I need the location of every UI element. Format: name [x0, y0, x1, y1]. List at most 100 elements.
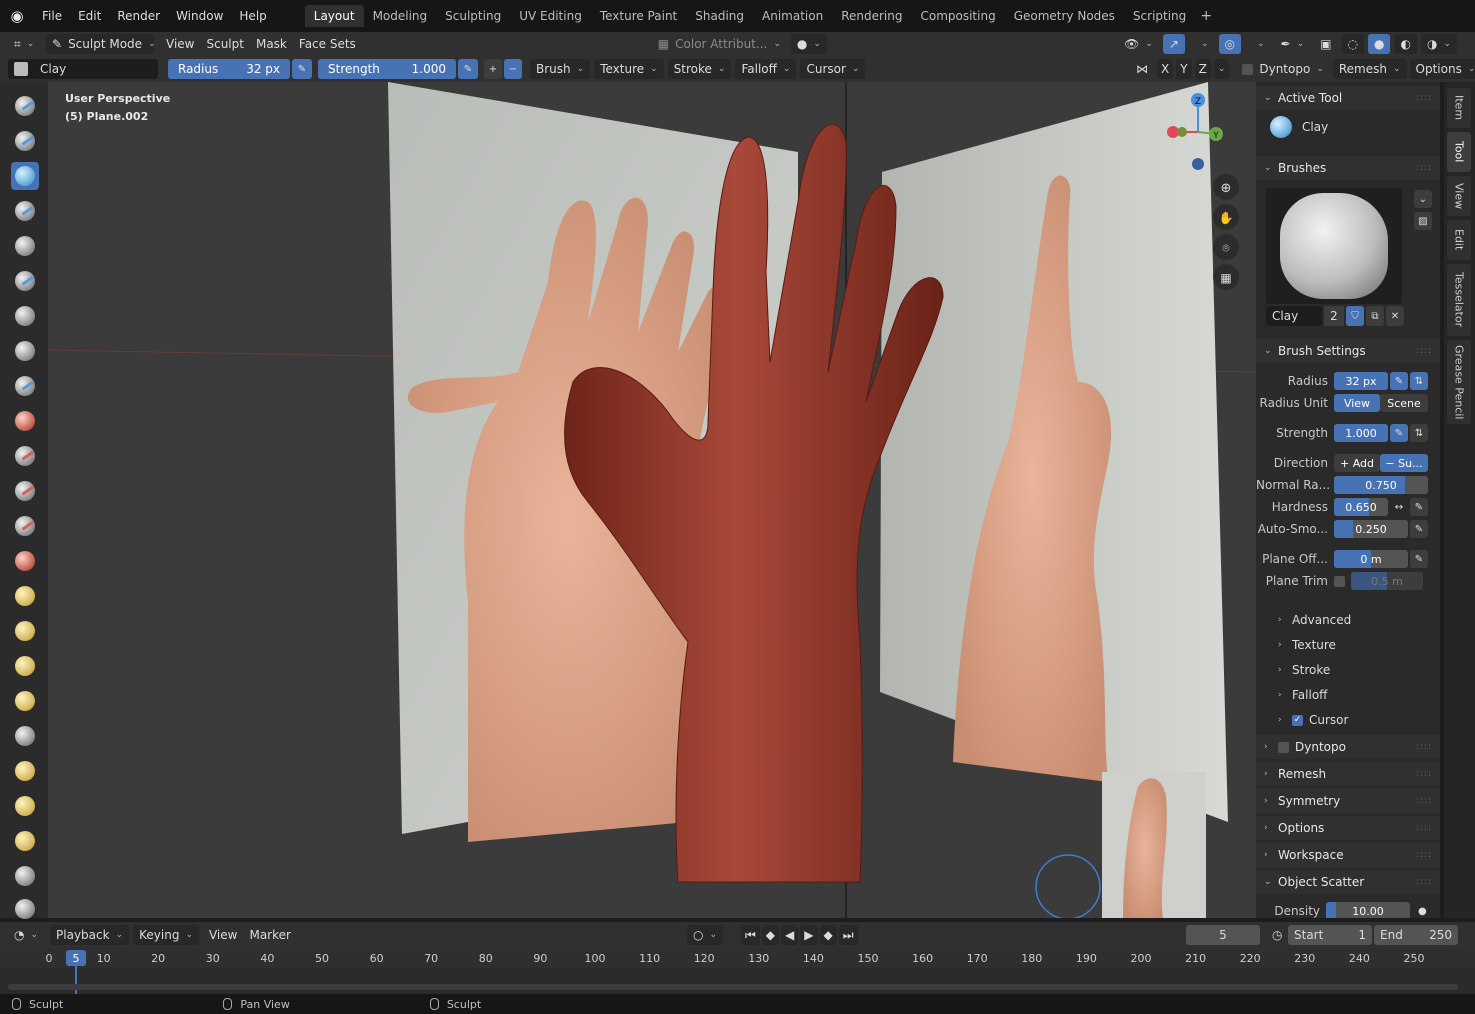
- brush-settings-panel-header[interactable]: ⌄ Brush Settings::::: [1256, 339, 1440, 363]
- timeline-body[interactable]: 0 10 20 30 40 50 60 70 80 90 100 110 120 130 140 150 160…: [0, 948, 1475, 994]
- direction-subtract-button[interactable]: − Su...: [1380, 454, 1428, 472]
- tab-compositing[interactable]: Compositing: [911, 5, 1004, 27]
- tab-uv-editing[interactable]: UV Editing: [510, 5, 591, 27]
- duplicate-brush-icon[interactable]: ⧉: [1366, 306, 1384, 326]
- playhead-frame-indicator[interactable]: 5: [66, 950, 86, 966]
- shading-material-icon[interactable]: ◐: [1394, 34, 1417, 54]
- options-dropdown[interactable]: Options ⌄: [1409, 59, 1475, 79]
- shading-rendered-icon[interactable]: ◑ ⌄: [1420, 34, 1457, 54]
- autosmooth-field[interactable]: 0.250: [1334, 520, 1408, 538]
- sidetab-tesselator[interactable]: Tesselator: [1447, 264, 1471, 336]
- auto-keying-toggle[interactable]: ○ ⌄: [686, 925, 723, 945]
- remesh-panel-header[interactable]: › Remesh::::: [1256, 762, 1440, 786]
- add-workspace-icon[interactable]: +: [1195, 5, 1217, 27]
- sidetab-view[interactable]: View: [1447, 176, 1471, 216]
- falloff-dropdown[interactable]: Falloff ⌄: [735, 59, 797, 79]
- playback-dropdown[interactable]: Playback ⌄: [50, 925, 130, 945]
- active-tool-row[interactable]: Clay: [1270, 112, 1328, 142]
- tool-pose[interactable]: [11, 757, 39, 785]
- frame-start-field[interactable]: Start 1: [1288, 925, 1372, 945]
- tool-inflate[interactable]: [11, 302, 39, 330]
- tab-layout[interactable]: Layout: [304, 5, 364, 27]
- keying-dropdown[interactable]: Keying ⌄: [133, 925, 199, 945]
- tool-draw[interactable]: [11, 92, 39, 120]
- sidetab-tool[interactable]: Tool: [1447, 132, 1471, 172]
- tab-animation[interactable]: Animation: [753, 5, 832, 27]
- shading-solid-icon[interactable]: ●: [1368, 34, 1391, 54]
- plane-offset-pressure-icon[interactable]: ✎: [1410, 550, 1428, 568]
- color-attribute-selector[interactable]: ▦ Color Attribut... ⌄: [652, 34, 787, 54]
- timeline-scrollbar[interactable]: [8, 984, 1458, 990]
- dyntopo-panel-header[interactable]: › Dyntopo::::: [1256, 735, 1440, 759]
- hardness-invert-icon[interactable]: ↔: [1390, 498, 1408, 516]
- active-tool-panel-header[interactable]: ⌄ Active Tool::::: [1256, 86, 1440, 110]
- tool-layer[interactable]: [11, 267, 39, 295]
- jump-end-icon[interactable]: ⏭: [838, 925, 858, 945]
- visibility-icon[interactable]: 👁 ⌄: [1118, 34, 1159, 54]
- direction-subtract-icon[interactable]: −: [504, 59, 522, 79]
- tab-texture-paint[interactable]: Texture Paint: [591, 5, 686, 27]
- overlay-dropdown-icon[interactable]: ⌄: [1245, 34, 1271, 54]
- brush-image-icon[interactable]: ▨: [1414, 212, 1432, 230]
- play-icon[interactable]: ▶: [800, 925, 818, 945]
- editor-type-icon[interactable]: ⌗ ⌄: [8, 34, 40, 54]
- direction-add-button[interactable]: + Add: [1334, 454, 1380, 472]
- hardness-pressure-icon[interactable]: ✎: [1410, 498, 1428, 516]
- strength-slider[interactable]: Strength 1.000: [318, 59, 456, 79]
- 3d-viewport[interactable]: Z Y ⊕ ✋ ⌾ ▦: [48, 82, 1256, 918]
- strength-field[interactable]: 1.000: [1334, 424, 1388, 442]
- tool-scrape[interactable]: [11, 512, 39, 540]
- gizmo-neg-z-axis[interactable]: [1192, 158, 1204, 170]
- menu-render[interactable]: Render: [109, 0, 168, 32]
- density-keyframe-dot-icon[interactable]: ●: [1418, 906, 1427, 917]
- radius-pressure-toggle-icon[interactable]: ✎: [1390, 372, 1408, 390]
- radius-pressure-icon[interactable]: ✎: [292, 59, 312, 79]
- strength-pressure-toggle-icon[interactable]: ✎: [1390, 424, 1408, 442]
- subpanel-stroke[interactable]: › Stroke: [1278, 660, 1330, 680]
- remesh-dropdown[interactable]: Remesh ⌄: [1332, 59, 1407, 79]
- dyntopo-toggle[interactable]: Dyntopo ⌄: [1236, 59, 1330, 79]
- timeline-editor-type-icon[interactable]: ◔ ⌄: [8, 925, 44, 945]
- brush-dropdown[interactable]: Brush ⌄: [530, 59, 591, 79]
- strength-unit-toggle-icon[interactable]: ⇅: [1410, 424, 1428, 442]
- strength-pressure-icon[interactable]: ✎: [458, 59, 478, 79]
- menu-help[interactable]: Help: [231, 0, 274, 32]
- cursor-checkbox[interactable]: ✓: [1292, 714, 1303, 726]
- gizmo-toggle-icon[interactable]: ↗: [1162, 34, 1185, 54]
- subpanel-advanced[interactable]: › Advanced: [1278, 610, 1351, 630]
- menu-face-sets[interactable]: Face Sets: [293, 34, 362, 54]
- density-field[interactable]: 10.00: [1326, 902, 1410, 918]
- tool-grab[interactable]: [11, 617, 39, 645]
- tool-clay-thumb[interactable]: [11, 232, 39, 260]
- play-reverse-icon[interactable]: ◀: [781, 925, 799, 945]
- radius-unit-scene-button[interactable]: Scene: [1380, 394, 1428, 412]
- plane-trim-field[interactable]: 0.5 m: [1351, 572, 1423, 590]
- direction-add-icon[interactable]: +: [484, 59, 502, 79]
- object-scatter-panel-header[interactable]: ⌄ Object Scatter::::: [1256, 870, 1440, 894]
- radius-slider[interactable]: Radius 32 px: [168, 59, 290, 79]
- fake-user-shield-icon[interactable]: ⛉: [1346, 306, 1364, 326]
- stroke-dropdown[interactable]: Stroke ⌄: [667, 59, 732, 79]
- symmetry-y-toggle[interactable]: Y: [1176, 59, 1192, 79]
- next-keyframe-icon[interactable]: ◆: [819, 925, 837, 945]
- tab-geometry-nodes[interactable]: Geometry Nodes: [1005, 5, 1124, 27]
- tool-rotate[interactable]: [11, 827, 39, 855]
- brush-preview[interactable]: [1266, 188, 1402, 304]
- prev-keyframe-icon[interactable]: ◆: [761, 925, 780, 945]
- shading-mode-dropdown[interactable]: ● ⌄: [790, 34, 827, 54]
- tool-slide-relax[interactable]: [11, 862, 39, 890]
- xray-toggle-icon[interactable]: ▣: [1314, 34, 1337, 54]
- subpanel-texture[interactable]: › Texture: [1278, 635, 1336, 655]
- tool-clay-strips[interactable]: [11, 197, 39, 225]
- workspace-panel-header[interactable]: › Workspace::::: [1256, 843, 1440, 867]
- tool-blob[interactable]: [11, 337, 39, 365]
- eyedropper-icon[interactable]: ✒ ⌄: [1275, 34, 1311, 54]
- tool-elastic-deform[interactable]: [11, 652, 39, 680]
- timeline-marker-menu[interactable]: Marker: [243, 925, 296, 945]
- radius-unit-view-button[interactable]: View: [1334, 394, 1380, 412]
- menu-view[interactable]: View: [160, 34, 200, 54]
- subpanel-cursor[interactable]: › ✓ Cursor: [1278, 710, 1348, 730]
- jump-start-icon[interactable]: ⏮: [740, 925, 760, 945]
- menu-sculpt[interactable]: Sculpt: [200, 34, 249, 54]
- tab-shading[interactable]: Shading: [686, 5, 753, 27]
